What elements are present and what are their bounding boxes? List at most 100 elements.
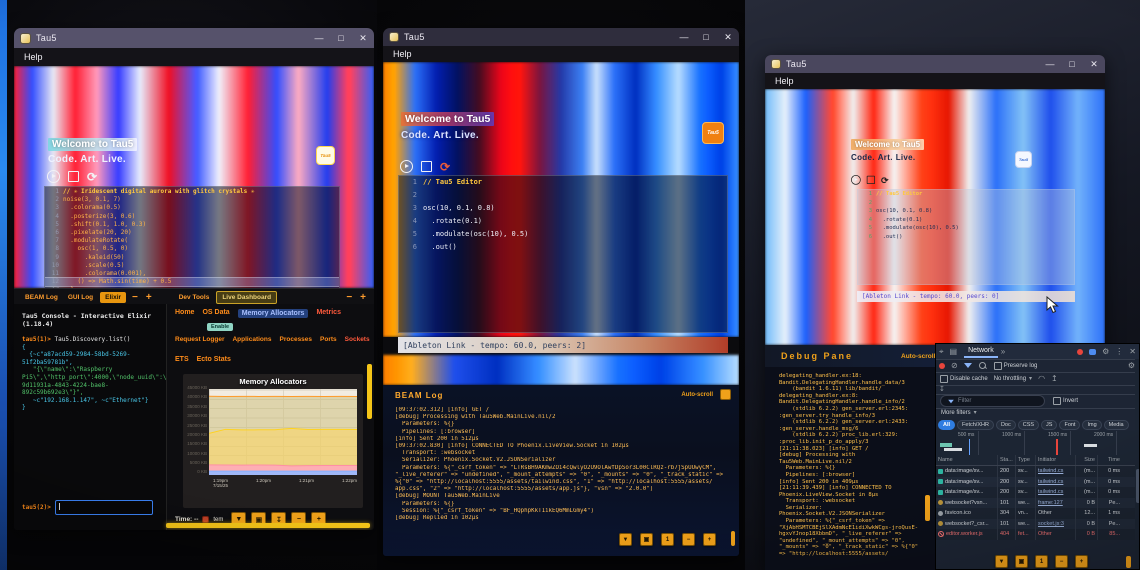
filter-funnel-icon[interactable] [964,363,972,368]
play-icon[interactable] [47,170,60,183]
maximize-button[interactable]: □ [695,33,717,42]
stop-icon[interactable] [68,171,79,182]
request-initiator[interactable]: Other [1038,510,1052,516]
column-header-type[interactable]: Type [1016,455,1036,465]
log-tool-button[interactable]: ▣ [640,533,653,546]
refresh-icon[interactable] [881,175,890,184]
dashboard-nav-link[interactable]: OS Data [202,309,229,318]
filter-chip[interactable]: Font [1059,420,1080,430]
minimize-button[interactable]: — [308,34,330,43]
legend-checkbox[interactable] [202,516,209,523]
close-button[interactable]: ✕ [1083,60,1105,69]
record-network-log-icon[interactable] [939,363,945,369]
debug-log-scrollbar[interactable] [925,495,930,521]
dashboard-nav-link[interactable]: Memory Allocators [238,309,309,318]
play-icon[interactable] [400,160,413,173]
titlebar[interactable]: Tau5 — □ ✕ [383,28,739,46]
dashboard-nav-link[interactable]: Metrics [316,309,341,318]
titlebar[interactable]: Tau5 — □ ✕ [765,55,1105,73]
filter-chip[interactable]: Img [1082,420,1101,430]
request-initiator[interactable]: socket.js:3 [1038,521,1064,527]
dashboard-nav-link[interactable]: ETS [175,356,189,363]
network-conditions-icon[interactable]: ◠ [1038,375,1045,383]
clear-network-log-icon[interactable]: ⊘ [951,362,958,370]
request-initiator[interactable]: tailwind.cs [1038,468,1063,474]
console-input[interactable] [55,500,153,515]
column-header-status[interactable]: Sta... [998,455,1016,465]
disable-cache-checkbox[interactable] [940,375,948,383]
log-tool-button[interactable]: − [682,533,695,546]
network-request-row[interactable]: data:image/sv... 200 sv... tailwind.cs (… [936,477,1136,488]
settings-gear-icon[interactable]: ⚙ [1102,348,1109,356]
filter-chip[interactable]: Media [1104,420,1129,430]
pane-minus-button[interactable]: − [128,292,142,303]
close-button[interactable]: ✕ [352,34,374,43]
pane-tab[interactable]: Live Dashboard [216,291,277,304]
network-request-row[interactable]: favicon.ico 304 vn... Other 12... 1 ms [936,508,1136,519]
preserve-log-checkbox[interactable] [994,362,1002,370]
network-request-row[interactable]: data:image/sv... 200 sv... tailwind.cs (… [936,466,1136,477]
request-initiator[interactable]: frame:127 [1038,500,1063,506]
invert-checkbox[interactable] [1053,397,1061,405]
request-initiator[interactable]: tailwind.cs [1038,479,1063,485]
more-tabs-icon[interactable]: » [1001,348,1005,356]
column-header-time[interactable]: Time [1098,455,1122,465]
search-icon[interactable] [979,362,986,369]
dashboard-nav-link[interactable]: Ecto Stats [197,356,231,363]
dashboard-nav-link[interactable]: Applications [232,336,271,343]
maximize-button[interactable]: □ [1061,60,1083,69]
throttling-select[interactable]: No throttling [994,376,1026,382]
request-initiator[interactable]: Other [1038,531,1052,537]
filter-chip[interactable]: JS [1041,420,1057,430]
pane-tab[interactable]: GUI Log [63,292,98,303]
close-button[interactable]: ✕ [717,33,739,42]
dashboard-nav-link[interactable]: Sockets [345,336,370,343]
maximize-button[interactable]: □ [330,34,352,43]
chevron-down-icon[interactable]: ▾ [1029,376,1032,382]
pane-plus-button[interactable]: + [142,292,156,303]
dashboard-nav-link[interactable]: Processes [280,336,313,343]
network-request-row[interactable]: websocket?vsn... 101 we... frame:127 0 B… [936,498,1136,509]
dashboard-nav-link[interactable]: Ports [320,336,337,343]
log-tool-button[interactable]: 1 [661,533,674,546]
log-scrollbar[interactable] [731,531,735,546]
code-editor[interactable]: 1// Tau5 Editor23osc(10, 0.1, 0.8)4 .rot… [857,189,1075,285]
feedback-icon[interactable] [1089,349,1096,355]
play-icon[interactable] [851,175,861,185]
dashboard-nav-link[interactable]: Home [175,309,194,318]
dashboard-vertical-scrollbar[interactable] [367,364,372,419]
code-editor[interactable]: 1// ✳ Iridescent digital aurora with gli… [44,186,340,288]
debug-tool-button[interactable]: ▣ [1015,555,1028,568]
devtools-scrollbar-track[interactable] [1135,359,1140,570]
log-tool-button[interactable]: ▼ [619,533,632,546]
pane-tab[interactable]: Elixir [100,292,126,303]
pane-plus-button[interactable]: + [356,292,370,303]
import-har-icon[interactable]: ↥ [1051,375,1058,383]
dashboard-nav-link[interactable]: Request Logger [175,336,224,343]
debug-tool-button[interactable]: − [1055,555,1068,568]
minimize-button[interactable]: — [673,33,695,42]
pane-minus-button[interactable]: − [342,292,356,303]
network-tab[interactable]: Network [964,345,998,358]
code-editor[interactable]: 1// Tau5 Editor23osc(10, 0.1, 0.8)4 .rot… [398,175,728,333]
refresh-icon[interactable] [440,161,452,173]
debug-tool-button[interactable]: ▼ [995,555,1008,568]
filter-chip[interactable]: Fetch/XHR [957,420,994,430]
help-menu[interactable]: Help [383,49,412,59]
titlebar[interactable]: Tau5 — □ ✕ [14,28,374,48]
column-header-initiator[interactable]: Initiator [1036,455,1076,465]
dashboard-horizontal-scrollbar[interactable] [166,523,370,528]
debug-tool-button[interactable]: 1 [1035,555,1048,568]
close-devtools-icon[interactable]: ✕ [1129,348,1136,356]
debug-tool-button[interactable]: + [1075,555,1088,568]
minimize-button[interactable]: — [1039,60,1061,69]
stop-icon[interactable] [867,176,875,184]
pane-tab[interactable]: BEAM Log [20,292,63,303]
network-request-row[interactable]: editor.worker.js 404 fet... Other 0 B 85… [936,529,1136,540]
pane-tab[interactable]: Dev Tools [174,292,215,303]
help-menu[interactable]: Help [765,76,794,86]
network-request-row[interactable]: data:image/sv... 200 sv... tailwind.cs (… [936,487,1136,498]
filter-chip[interactable]: CSS [1018,420,1039,430]
filter-chip[interactable]: All [938,420,955,430]
stop-icon[interactable] [421,161,432,172]
